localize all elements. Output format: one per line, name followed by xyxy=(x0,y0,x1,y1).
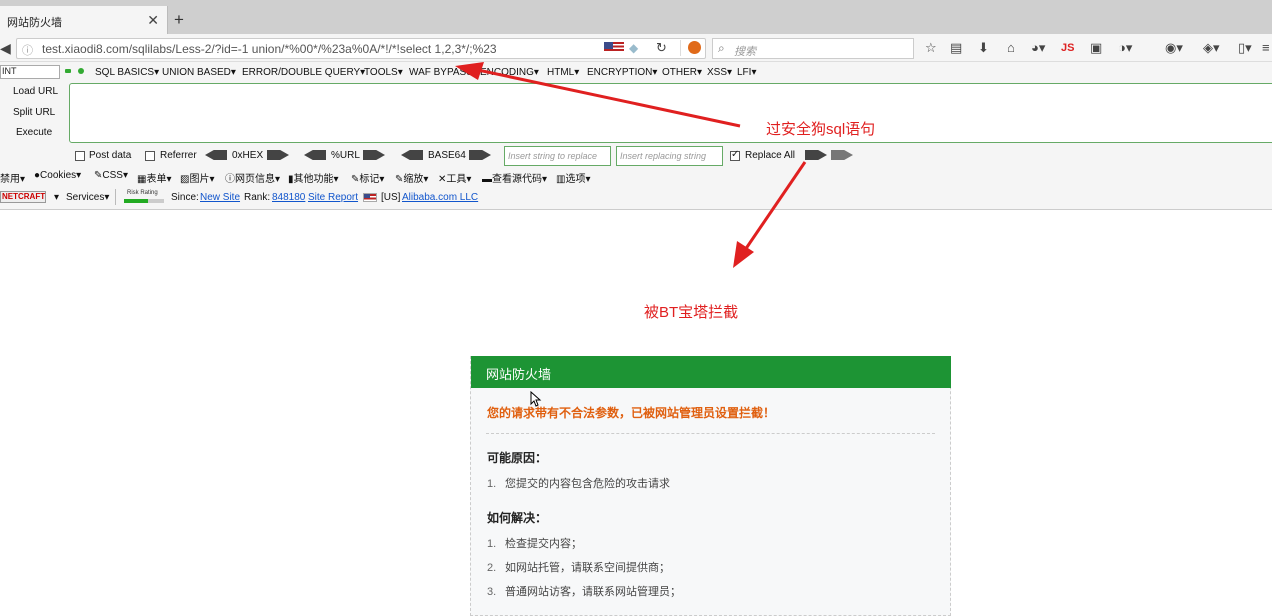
solution-text: 如网站托管，请联系空间提供商； xyxy=(505,562,670,574)
annotation-bypass-label: 过安全狗sql语句 xyxy=(766,121,876,138)
list-number: 2. xyxy=(487,562,497,574)
solution-heading: 如何解决： xyxy=(487,511,548,525)
list-number: 1. xyxy=(487,478,497,490)
solution-text: 检查提交内容； xyxy=(505,538,582,550)
annotation-arrow-bottom xyxy=(743,161,807,251)
list-item: 1. 检查提交内容； xyxy=(487,535,582,551)
solution-text: 普通网站访客，请联系网站管理员； xyxy=(505,586,681,598)
reason-text: 您提交的内容包含危险的攻击请求 xyxy=(505,478,670,490)
mouse-cursor-icon xyxy=(530,391,542,407)
divider xyxy=(486,433,935,434)
reason-heading: 可能原因： xyxy=(487,451,548,465)
list-item: 3. 普通网站访客，请联系网站管理员； xyxy=(487,583,681,599)
list-item: 1. 您提交的内容包含危险的攻击请求 xyxy=(487,475,670,491)
firewall-card-title: 网站防火墙 xyxy=(486,367,552,382)
annotation-arrowhead-top xyxy=(455,62,484,80)
list-item: 2. 如网站托管，请联系空间提供商； xyxy=(487,559,670,575)
list-number: 1. xyxy=(487,538,497,550)
annotation-blocked-label: 被BT宝塔拦截 xyxy=(644,304,739,321)
annotation-arrowhead-bottom xyxy=(733,241,754,268)
list-number: 3. xyxy=(487,586,497,598)
annotation-arrow-top xyxy=(477,68,741,128)
